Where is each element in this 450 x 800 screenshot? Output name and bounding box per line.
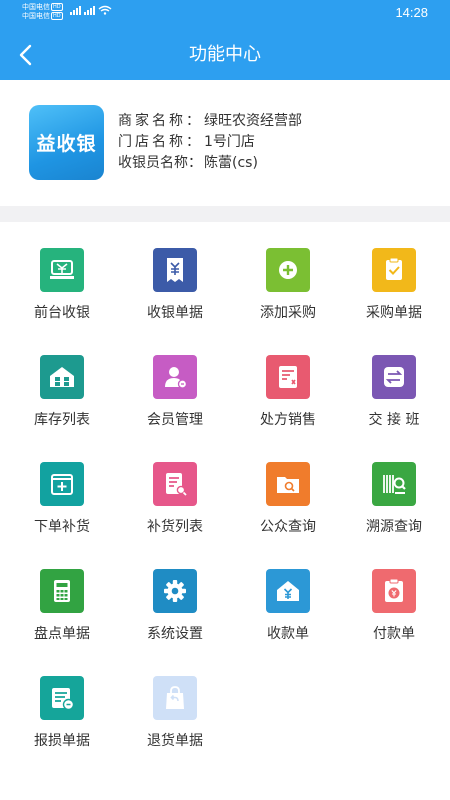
merchant-card: 益收银 商家名称：绿旺农资经营部 门店名称：1号门店 收银员名称： 陈蕾(cs) (0, 80, 450, 206)
function-label: 前台收银 (34, 305, 90, 321)
page-title: 功能中心 (189, 44, 261, 65)
purchase-receipt-icon (372, 248, 416, 292)
payment-received-icon (266, 569, 310, 613)
status-bar: 中国电信 HD 中国电信 HD 14:28 (0, 0, 450, 30)
function-tile-return-goods[interactable]: 退货单据 (119, 650, 231, 757)
return-goods-icon (153, 676, 197, 720)
app-header: 中国电信 HD 中国电信 HD 14:28 功能中心 (0, 0, 450, 80)
merchant-name-value: 绿旺农资经营部 (204, 113, 302, 129)
function-tile-loss-report[interactable]: 报损单据 (6, 650, 118, 757)
merchant-info: 商家名称：绿旺农资经营部 门店名称：1号门店 收银员名称： 陈蕾(cs) (118, 111, 302, 174)
cashier-desk-icon (40, 248, 84, 292)
function-tile-member[interactable]: 会员管理 (119, 329, 231, 436)
signal-wifi-icon (70, 5, 112, 15)
cash-receipt-icon (153, 248, 197, 292)
function-label: 添加采购 (260, 305, 316, 321)
status-time: 14:28 (395, 5, 428, 20)
gear-icon (153, 569, 197, 613)
function-tile-public-query[interactable]: 公众查询 (232, 436, 344, 543)
function-tile-calculator[interactable]: 盘点单据 (6, 543, 118, 650)
function-label: 库存列表 (34, 412, 90, 428)
function-tile-replenish-order[interactable]: 下单补货 (6, 436, 118, 543)
function-label: 收款单 (267, 626, 309, 642)
loss-report-icon (40, 676, 84, 720)
cashier-name-value: 陈蕾(cs) (204, 155, 258, 171)
function-label: 系统设置 (147, 626, 203, 642)
function-label: 采购单据 (366, 305, 422, 321)
function-tile-prescription[interactable]: 处方销售 (232, 329, 344, 436)
merchant-name-row: 商家名称：绿旺农资经营部 (118, 111, 302, 132)
member-icon (153, 355, 197, 399)
function-label: 下单补货 (34, 519, 90, 535)
function-label: 溯源查询 (366, 519, 422, 535)
function-label: 会员管理 (147, 412, 203, 428)
merchant-name-label: 商家名称： (118, 113, 203, 129)
warehouse-icon (40, 355, 84, 399)
signal-icons (70, 5, 112, 15)
replenish-list-icon (153, 462, 197, 506)
function-tile-gear[interactable]: 系统设置 (119, 543, 231, 650)
calculator-icon (40, 569, 84, 613)
function-label: 处方销售 (260, 412, 316, 428)
function-tile-add-purchase[interactable]: 添加采购 (232, 222, 344, 329)
function-tile-cash-receipt[interactable]: 收银单据 (119, 222, 231, 329)
function-label: 付款单 (373, 626, 415, 642)
function-label: 盘点单据 (34, 626, 90, 642)
function-tile-trace-query[interactable]: 溯源查询 (338, 436, 450, 543)
function-label: 退货单据 (147, 733, 203, 749)
function-label: 报损单据 (34, 733, 90, 749)
carrier-1: 中国电信 (22, 3, 50, 11)
function-tile-replenish-list[interactable]: 补货列表 (119, 436, 231, 543)
hd-badge-1: HD (51, 3, 63, 11)
cashier-name-row: 收银员名称： 陈蕾(cs) (118, 153, 302, 174)
function-label: 公众查询 (260, 519, 316, 535)
trace-query-icon (372, 462, 416, 506)
shift-handover-icon (372, 355, 416, 399)
hd-badge-2: HD (51, 12, 63, 20)
function-tile-cashier-desk[interactable]: 前台收银 (6, 222, 118, 329)
function-tile-purchase-receipt[interactable]: 采购单据 (338, 222, 450, 329)
public-query-icon (266, 462, 310, 506)
carrier-info: 中国电信 HD 中国电信 HD (22, 3, 63, 21)
cashier-name-label: 收银员名称： (118, 155, 202, 171)
payment-sent-icon (372, 569, 416, 613)
function-tile-shift-handover[interactable]: 交 接 班 (338, 329, 450, 436)
store-name-value: 1号门店 (204, 134, 255, 150)
section-divider (0, 206, 450, 222)
carrier-2: 中国电信 (22, 12, 50, 20)
function-label: 补货列表 (147, 519, 203, 535)
function-tile-warehouse[interactable]: 库存列表 (6, 329, 118, 436)
function-label: 收银单据 (147, 305, 203, 321)
prescription-icon (266, 355, 310, 399)
store-name-label: 门店名称： (118, 134, 203, 150)
app-logo: 益收银 (29, 105, 104, 180)
replenish-order-icon (40, 462, 84, 506)
function-label: 交 接 班 (368, 412, 420, 428)
store-name-row: 门店名称：1号门店 (118, 132, 302, 153)
function-tile-payment-sent[interactable]: 付款单 (338, 543, 450, 650)
function-tile-payment-received[interactable]: 收款单 (232, 543, 344, 650)
add-purchase-icon (266, 248, 310, 292)
